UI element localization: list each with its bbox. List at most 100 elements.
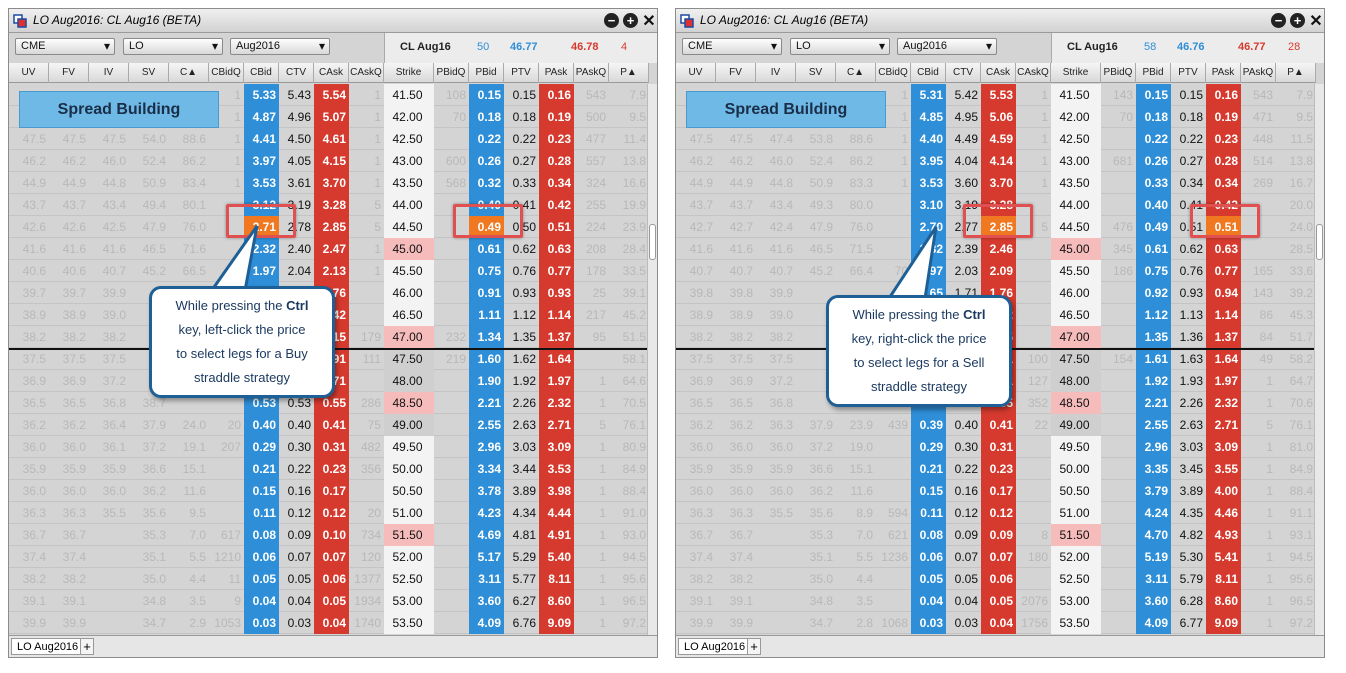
grid-cell[interactable]: 0.63 [1206, 238, 1241, 260]
grid-cell[interactable]: 0.33 [504, 172, 539, 194]
column-header-cell[interactable]: Strike [384, 63, 434, 83]
grid-cell[interactable]: 3.53 [539, 458, 574, 480]
grid-cell[interactable]: 0.22 [946, 458, 981, 480]
grid-cell[interactable]: 0.92 [1136, 282, 1171, 304]
column-header-cell[interactable]: PTV [1171, 63, 1206, 83]
grid-cell[interactable]: 0.07 [946, 546, 981, 568]
grid-cell[interactable]: 2.96 [469, 436, 504, 458]
grid-cell[interactable]: 0.39 [911, 414, 946, 436]
column-header-cell[interactable]: FV [49, 63, 89, 83]
column-header-cell[interactable]: PBidQ [434, 63, 469, 83]
grid-cell[interactable]: 5.43 [279, 84, 314, 106]
column-header-cell[interactable]: P▲ [609, 63, 649, 83]
minimize-icon[interactable]: − [1271, 13, 1286, 28]
grid-cell[interactable]: 5.42 [946, 84, 981, 106]
grid-cell[interactable]: 0.23 [981, 458, 1016, 480]
grid-cell[interactable]: 0.93 [1171, 282, 1206, 304]
grid-cell[interactable]: 4.34 [504, 502, 539, 524]
grid-cell[interactable]: 3.95 [911, 150, 946, 172]
grid-cell[interactable]: 0.15 [244, 480, 279, 502]
column-header-cell[interactable]: CTV [279, 63, 314, 83]
scrollbar-thumb[interactable] [1316, 224, 1323, 260]
column-header-cell[interactable]: Strike [1051, 63, 1101, 83]
grid-cell[interactable]: 5.40 [539, 546, 574, 568]
grid-cell[interactable]: 0.26 [1136, 150, 1171, 172]
grid-cell[interactable]: 1.36 [1171, 326, 1206, 348]
grid-cell[interactable]: 4.24 [1136, 502, 1171, 524]
grid-cell[interactable]: 4.09 [469, 612, 504, 634]
grid-cell[interactable]: 0.04 [279, 590, 314, 612]
grid-cell[interactable]: 0.34 [1206, 172, 1241, 194]
grid-cell[interactable]: 5.07 [314, 106, 349, 128]
title-bar[interactable]: LO Aug2016: CL Aug16 (BETA) − + ✕ [9, 9, 657, 33]
grid-cell[interactable]: 0.40 [244, 414, 279, 436]
grid-cell[interactable]: 4.95 [946, 106, 981, 128]
grid-cell[interactable]: 3.09 [539, 436, 574, 458]
grid-cell[interactable]: 6.76 [504, 612, 539, 634]
grid-cell[interactable]: 0.04 [981, 612, 1016, 634]
grid-cell[interactable]: 0.06 [981, 568, 1016, 590]
spread-building-button[interactable]: Spread Building [19, 91, 219, 128]
grid-cell[interactable]: 4.44 [539, 502, 574, 524]
grid-cell[interactable]: 0.21 [244, 458, 279, 480]
grid-cell[interactable]: 0.12 [314, 502, 349, 524]
grid-cell[interactable]: 4.40 [911, 128, 946, 150]
grid-cell[interactable]: 0.31 [981, 436, 1016, 458]
grid-cell[interactable]: 0.34 [539, 172, 574, 194]
grid-cell[interactable]: 0.32 [469, 172, 504, 194]
grid-cell[interactable]: 4.50 [279, 128, 314, 150]
grid-cell[interactable]: 2.96 [1136, 436, 1171, 458]
grid-cell[interactable]: 0.15 [1136, 84, 1171, 106]
grid-cell[interactable]: 0.04 [911, 590, 946, 612]
spread-building-button[interactable]: Spread Building [686, 91, 886, 128]
grid-cell[interactable]: 2.71 [539, 414, 574, 436]
grid-cell[interactable]: 3.03 [504, 436, 539, 458]
grid-cell[interactable]: 5.54 [314, 84, 349, 106]
grid-cell[interactable]: 1.11 [469, 304, 504, 326]
grid-cell[interactable]: 0.17 [314, 480, 349, 502]
grid-cell[interactable]: 1.60 [469, 348, 504, 370]
grid-cell[interactable]: 8.11 [1206, 568, 1241, 590]
grid-cell[interactable]: 4.82 [1171, 524, 1206, 546]
maximize-icon[interactable]: + [623, 13, 638, 28]
grid-cell[interactable]: 6.27 [504, 590, 539, 612]
grid-cell[interactable]: 0.61 [1136, 238, 1171, 260]
grid-cell[interactable]: 4.96 [279, 106, 314, 128]
grid-cell[interactable]: 2.21 [469, 392, 504, 414]
grid-cell[interactable]: 0.51 [539, 216, 574, 238]
grid-cell[interactable]: 1.61 [1136, 348, 1171, 370]
grid-cell[interactable]: 0.12 [279, 502, 314, 524]
grid-cell[interactable]: 9.09 [539, 612, 574, 634]
exchange-select[interactable]: CME [15, 38, 115, 55]
grid-cell[interactable]: 4.15 [314, 150, 349, 172]
grid-cell[interactable]: 2.55 [469, 414, 504, 436]
grid-cell[interactable]: 0.91 [469, 282, 504, 304]
grid-cell[interactable]: 5.19 [1136, 546, 1171, 568]
grid-cell[interactable]: 1.37 [1206, 326, 1241, 348]
grid-cell[interactable]: 3.60 [469, 590, 504, 612]
grid-cell[interactable]: 8.11 [539, 568, 574, 590]
grid-cell[interactable]: 1.64 [1206, 348, 1241, 370]
grid-cell[interactable]: 1.34 [469, 326, 504, 348]
column-header-cell[interactable]: IV [756, 63, 796, 83]
column-header-cell[interactable]: C▲ [169, 63, 209, 83]
grid-cell[interactable]: 0.34 [1171, 172, 1206, 194]
grid-cell[interactable]: 0.22 [279, 458, 314, 480]
expiry-select[interactable]: Aug2016 [897, 38, 997, 55]
grid-cell[interactable]: 5.53 [981, 84, 1016, 106]
grid-cell[interactable]: 2.32 [539, 392, 574, 414]
grid-cell[interactable]: 0.19 [539, 106, 574, 128]
column-header-cell[interactable]: CBidQ [209, 63, 244, 83]
grid-cell[interactable]: 0.03 [946, 612, 981, 634]
grid-cell[interactable]: 0.63 [539, 238, 574, 260]
column-header-cell[interactable]: CAskQ [349, 63, 384, 83]
grid-cell[interactable]: 0.22 [469, 128, 504, 150]
grid-cell[interactable]: 3.89 [1171, 480, 1206, 502]
grid-cell[interactable]: 3.60 [1136, 590, 1171, 612]
column-header-cell[interactable]: PBidQ [1101, 63, 1136, 83]
column-header-cell[interactable]: PTV [504, 63, 539, 83]
scrollbar[interactable] [647, 84, 657, 636]
grid-cell[interactable]: 0.15 [1171, 84, 1206, 106]
quote-bid[interactable]: 46.77 [510, 41, 538, 53]
column-header-cell[interactable]: SV [796, 63, 836, 83]
